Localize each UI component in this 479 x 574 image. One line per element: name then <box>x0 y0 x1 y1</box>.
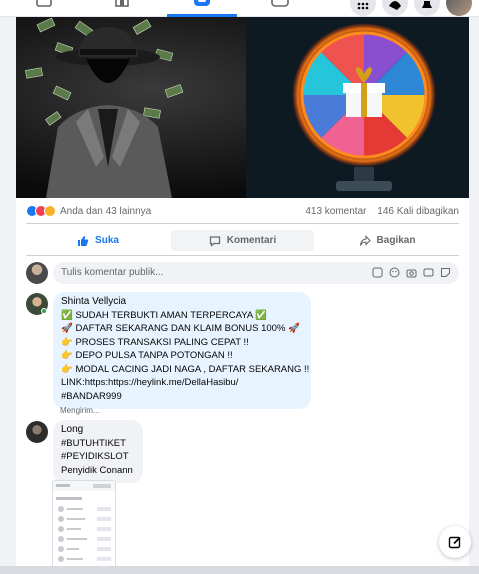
emoji-icon[interactable] <box>389 267 400 278</box>
comment-line: 👉 PROSES TRANSAKSI PALING CEPAT !! <box>61 336 249 348</box>
like-label: Suka <box>95 235 119 246</box>
compose-icon <box>448 536 461 549</box>
reactions-summary[interactable]: Anda dan 43 lainnya <box>26 205 151 217</box>
horizontal-scrollbar[interactable] <box>0 566 479 574</box>
comment-line: 🚀 DAFTAR SEKARANG DAN KLAIM BONUS 100% 🚀 <box>61 323 300 334</box>
comment-line: 👉 DEPO PULSA TANPA POTONGAN !! <box>61 350 233 361</box>
comments-count[interactable]: 413 komentar <box>305 206 366 217</box>
reactions-text: Anda dan 43 lainnya <box>60 205 152 217</box>
comment-bubble: Shinta Vellycia ✅ SUDAH TERBUKTI AMAN TE… <box>53 292 311 409</box>
comment-hashtag[interactable]: #BANDAR999 <box>61 390 303 404</box>
divider <box>26 255 459 256</box>
thumbs-up-icon <box>78 235 89 246</box>
new-message-button[interactable] <box>439 526 471 558</box>
marketplace-icon[interactable] <box>112 0 132 14</box>
comment-hashtag[interactable]: #PEYIDIKSLOT <box>61 450 135 464</box>
comment-author[interactable]: Long <box>61 423 135 437</box>
profile-avatar[interactable] <box>446 0 472 16</box>
comment-author[interactable]: Shinta Vellycia <box>61 295 303 309</box>
post-image[interactable] <box>16 17 469 198</box>
sticker-icon[interactable] <box>440 267 451 278</box>
comment-composer: Tulis komentar publik... <box>26 262 459 284</box>
camera-icon[interactable] <box>406 267 417 278</box>
comment-line: Penyidik Conann <box>61 464 133 476</box>
comment-status: Mengirim... <box>60 406 100 415</box>
comment-line: ✅ SUDAH TERBUKTI AMAN TERPERCAYA ✅ <box>61 309 268 321</box>
wow-reaction-icon <box>44 205 56 217</box>
comment-attachment-image[interactable] <box>52 480 116 574</box>
groups-icon[interactable] <box>192 0 212 14</box>
user-avatar[interactable] <box>26 262 48 284</box>
online-status-indicator <box>41 308 47 314</box>
top-navigation <box>0 0 479 17</box>
gif-icon[interactable] <box>423 267 434 278</box>
avatar-sticker-icon[interactable] <box>372 267 383 278</box>
notifications-button[interactable] <box>414 0 440 16</box>
like-button[interactable]: Suka <box>26 230 170 251</box>
comment-link[interactable]: LINK:https:https://heylink.me/DellaHasib… <box>61 376 303 390</box>
comment-label: Komentari <box>226 235 277 246</box>
menu-button[interactable] <box>350 0 376 16</box>
gaming-icon[interactable] <box>270 0 290 14</box>
divider <box>26 223 459 224</box>
messenger-button[interactable] <box>382 0 408 16</box>
watch-icon[interactable] <box>34 0 54 14</box>
comment-input-tools <box>372 267 451 278</box>
share-label: Bagikan <box>376 235 416 246</box>
comment-line: 👉 MODAL CACING JADI NAGA , DAFTAR SEKARA… <box>61 363 310 375</box>
shares-count[interactable]: 146 Kali dibagikan <box>377 206 459 217</box>
comment-input[interactable]: Tulis komentar publik... <box>53 262 459 284</box>
comment-bubble: Long #BUTUHTIKET #PEYIDIKSLOT Penyidik C… <box>53 420 143 483</box>
post-counts: 413 komentar 146 Kali dibagikan <box>297 206 459 217</box>
commenter-avatar[interactable] <box>26 421 48 443</box>
comment-input-placeholder: Tulis komentar publik... <box>61 267 164 278</box>
share-button[interactable]: Bagikan <box>315 230 459 251</box>
share-icon <box>359 234 371 246</box>
comment-button[interactable]: Komentari <box>171 230 314 251</box>
comment-icon <box>209 235 220 247</box>
comment-hashtag[interactable]: #BUTUHTIKET <box>61 437 135 451</box>
